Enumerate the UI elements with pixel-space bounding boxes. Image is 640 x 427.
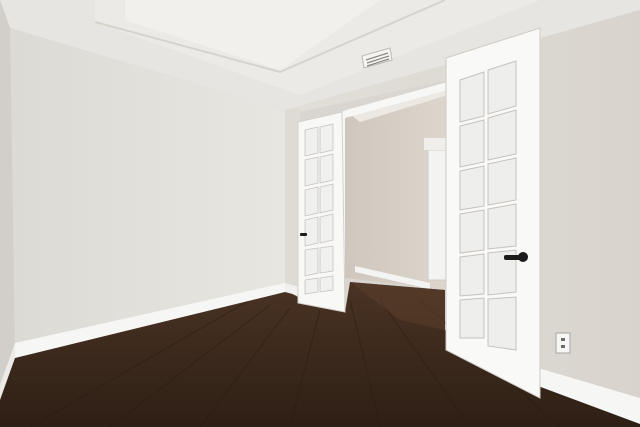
french-door-left[interactable] (297, 111, 346, 313)
room-scene (0, 0, 640, 427)
door-handle-icon[interactable] (300, 233, 307, 236)
wall-outlet-icon (555, 332, 571, 354)
french-door-right[interactable] (445, 27, 541, 399)
hallway-door (427, 149, 447, 281)
hallway-door-frame (424, 138, 448, 150)
